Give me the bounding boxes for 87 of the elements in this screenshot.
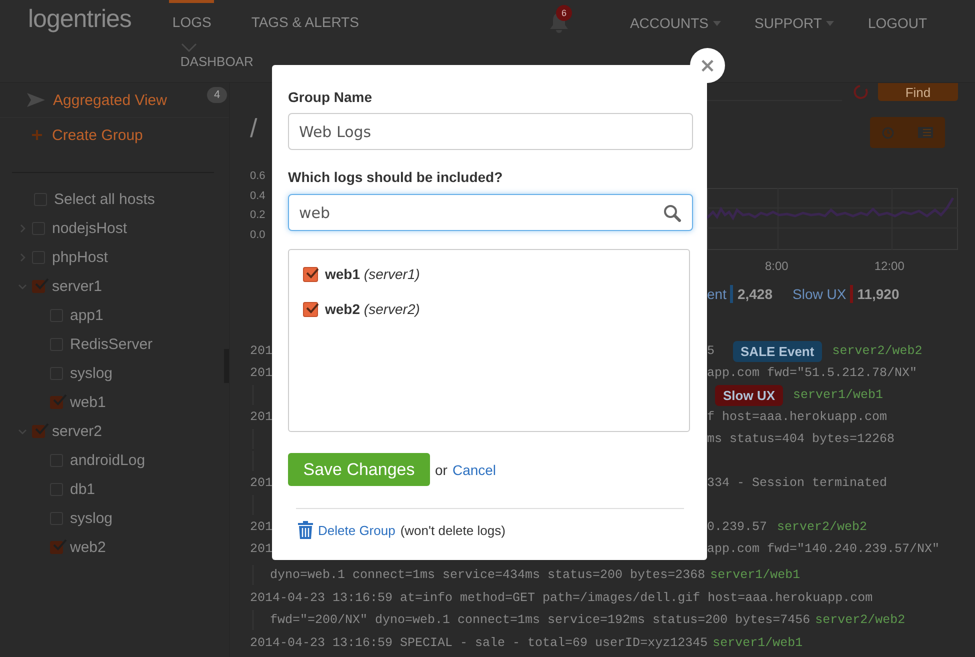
page-title: / [250, 113, 258, 143]
nav-tab[interactable]: TAGS & ALERTS [248, 0, 362, 30]
notification-badge: 6 [556, 5, 572, 21]
menu-link[interactable]: ACCOUNTS [630, 15, 721, 31]
field-label: Which logs should be included? [288, 168, 504, 187]
axis-label: 0.0 [250, 228, 266, 242]
log-source[interactable]: server1/web1 [710, 568, 800, 582]
legend-value: 11,920 [857, 286, 900, 302]
chevron-icon [181, 43, 198, 52]
nav-tab[interactable]: DASHBOAR [180, 54, 254, 69]
host-label[interactable]: nodejsHost [52, 220, 128, 237]
axis-label: 8:00 [765, 259, 788, 273]
log-label[interactable]: syslog [70, 510, 113, 527]
log-text: 2014-04-23 13:16:59 at=info method=GET path=/images/dell.gif host=aaa.herokuapp.com [250, 590, 873, 605]
chevron-icon[interactable] [18, 253, 27, 262]
log-text: fwd="=200/NX" dyno=web.1 connect=1ms service=192ms status=200 bytes=7456 [270, 613, 810, 628]
or-text: or [435, 462, 448, 478]
log-source[interactable]: server1/web1 [712, 636, 803, 650]
logo[interactable]: logentries [28, 5, 132, 34]
send-icon [27, 93, 45, 107]
log-text: 5 [707, 344, 715, 358]
log-text: 201 [250, 344, 273, 358]
chevron-icon[interactable] [18, 427, 27, 436]
sidebar-link[interactable]: Create Group [0, 118, 229, 152]
log-source[interactable]: server2/web2 [815, 613, 906, 628]
list-icon[interactable] [918, 127, 933, 138]
log-text: app.com fwd="51.5.212.78/NX" [707, 366, 918, 380]
log-text: 201 [250, 542, 273, 556]
legend-value: 2,428 [737, 286, 773, 302]
chevron-icon[interactable] [18, 224, 27, 233]
axis-label: 0.6 [250, 170, 266, 184]
log-text: 201 [250, 520, 273, 534]
trash-icon[interactable] [298, 521, 313, 539]
option-label[interactable]: web1 (server1) [325, 266, 420, 282]
checkbox[interactable] [303, 302, 318, 316]
log-text: 201 [250, 410, 273, 424]
caret-icon [826, 20, 834, 26]
log-source[interactable]: server2/web2 [777, 520, 868, 534]
input-field[interactable]: Web Logs [288, 113, 693, 150]
log-text: 334 - Session terminated [707, 476, 888, 490]
log-text: f host=aaa.herokuapp.com [707, 410, 888, 424]
checkbox[interactable] [303, 266, 318, 282]
refresh-icon[interactable] [852, 85, 868, 99]
log-label[interactable]: syslog [70, 365, 113, 382]
save-button[interactable]: Save Changes [288, 453, 430, 486]
clock-icon[interactable] [882, 126, 894, 138]
search-field[interactable]: web [288, 194, 693, 231]
log-source[interactable]: server1/web1 [793, 388, 884, 402]
log-label[interactable]: db1 [70, 481, 96, 498]
log-text: 201 [250, 476, 273, 490]
delete-note: (won't delete logs) [400, 522, 506, 538]
chevron-icon[interactable] [18, 282, 27, 291]
legend-label: ent [707, 286, 726, 302]
log-label[interactable]: androidLog [70, 452, 146, 469]
log-text: ms status=404 bytes=12268 [707, 432, 895, 446]
log-tag[interactable]: SALE Event [732, 340, 822, 362]
count-badge: 4 [207, 87, 227, 103]
log-label[interactable]: web2 [70, 539, 106, 556]
log-label[interactable]: RedisServer [70, 336, 153, 353]
delete-link[interactable]: Delete Group [318, 522, 396, 538]
field-label: Group Name [288, 88, 374, 107]
host-label[interactable]: phpHost [52, 249, 108, 266]
cancel-link[interactable]: Cancel [452, 462, 496, 478]
log-text: 201 [250, 366, 273, 380]
log-text: app.com fwd="140.240.239.57/NX" [707, 542, 940, 556]
axis-label: 12:00 [874, 259, 904, 273]
nav-tab[interactable]: LOGS [169, 0, 214, 30]
find-button[interactable]: Find [878, 83, 958, 101]
menu-link[interactable]: LOGOUT [868, 15, 928, 31]
search-icon[interactable] [663, 204, 681, 222]
caret-icon [712, 20, 721, 26]
host-label[interactable]: server1 [52, 278, 102, 295]
menu-link[interactable]: SUPPORT [754, 15, 834, 31]
log-label[interactable]: web1 [70, 394, 106, 411]
host-label[interactable]: server2 [52, 423, 102, 440]
log-text: 0.239.57 [707, 520, 768, 534]
log-text: dyno=web.1 connect=1ms service=434ms status=200 bytes=2368 [270, 568, 706, 582]
legend-label: Slow UX [792, 286, 846, 302]
host-label[interactable]: Select all hosts [54, 191, 155, 208]
axis-label: 0.4 [250, 190, 266, 203]
log-source[interactable]: server2/web2 [832, 344, 922, 358]
log-label[interactable]: app1 [70, 307, 104, 324]
plus-icon [32, 130, 42, 140]
log-text: 2014-04-23 13:16:59 SPECIAL - sale - total=69 userID=xyz12345 [250, 636, 708, 650]
axis-label: 0.2 [250, 209, 266, 222]
log-tag[interactable]: Slow UX [715, 384, 784, 406]
option-label[interactable]: web2 (server2) [325, 301, 420, 317]
